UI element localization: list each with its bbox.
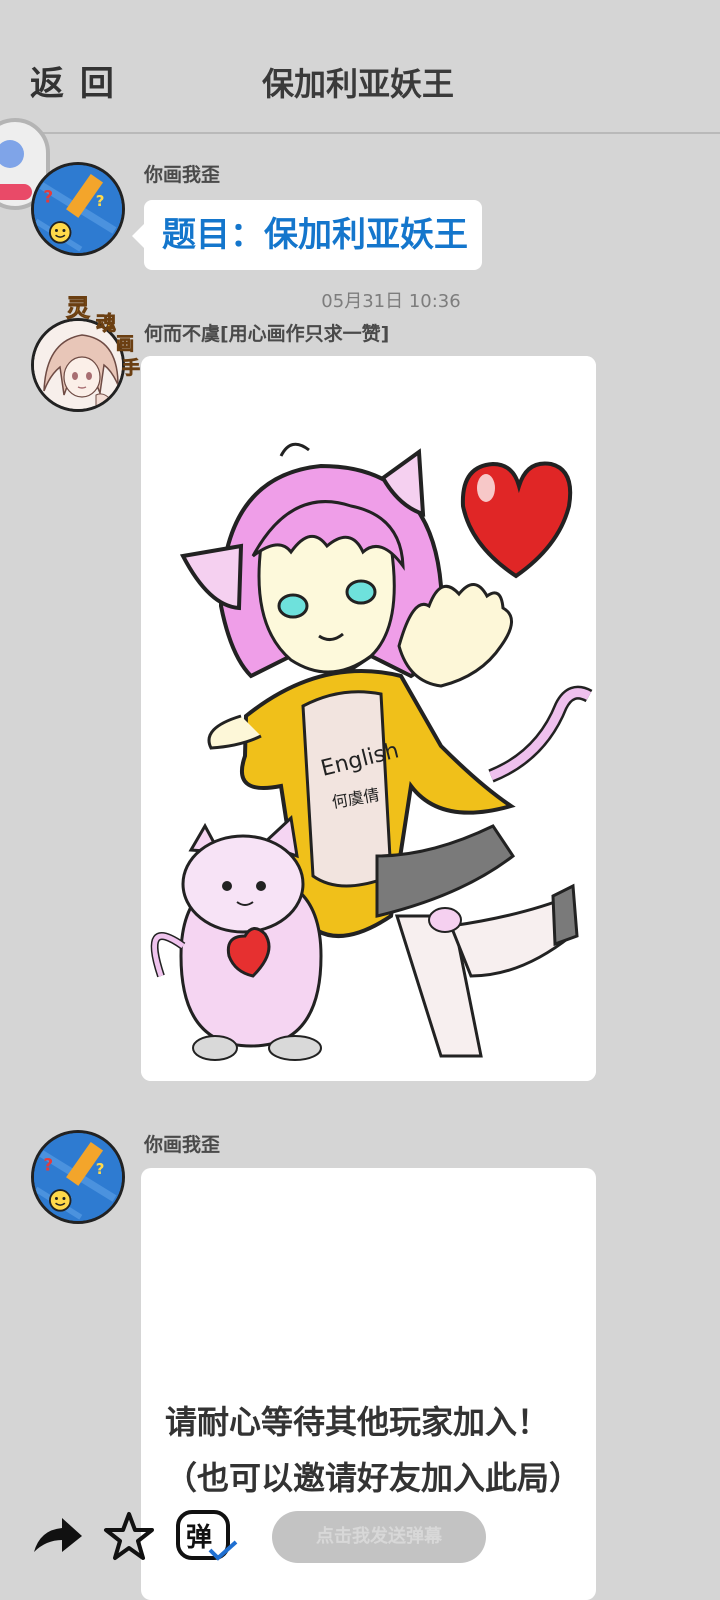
- svg-text:?: ?: [43, 1154, 53, 1174]
- pencil-icon: ? ?: [34, 165, 122, 253]
- danmaku-input[interactable]: 点击我发送弹幕: [272, 1511, 486, 1563]
- header-bar: 返 回 保加利亚妖王: [0, 0, 720, 134]
- svg-text:?: ?: [96, 1160, 105, 1178]
- chat-page: 返 回 保加利亚妖王 ? ? 你画我歪 题目：保加利亚妖王 05月31日 10:…: [0, 0, 720, 1600]
- sender-name: 何而不虞[用心画作只求一赞]: [144, 323, 390, 345]
- svg-text:?: ?: [43, 186, 53, 206]
- svg-text:魂: 魂: [96, 311, 116, 335]
- pencil-icon: ? ?: [34, 1133, 122, 1221]
- bottom-toolbar: 弹 点击我发送弹幕: [0, 1500, 720, 1600]
- bot-avatar[interactable]: ? ?: [31, 162, 125, 256]
- star-icon[interactable]: [102, 1510, 156, 1564]
- svg-text:弹: 弹: [186, 1523, 212, 1553]
- bot-avatar[interactable]: ? ?: [31, 1130, 125, 1224]
- drawing-message-bubble[interactable]: English 何虞倩: [141, 356, 596, 1081]
- waiting-text: 请耐心等待其他玩家加入！ （也可以邀请好友加入此局）: [165, 1403, 582, 1497]
- drawing-image: English 何虞倩: [141, 356, 596, 1081]
- page-title: 保加利亚妖王: [261, 65, 454, 103]
- svg-text:?: ?: [96, 192, 105, 210]
- svg-text:灵: 灵: [66, 294, 90, 322]
- share-arrow-icon[interactable]: [30, 1512, 84, 1566]
- soul-painter-badge: 灵 魂 画 手: [66, 294, 141, 380]
- danmaku-toggle-icon[interactable]: 弹: [174, 1508, 238, 1564]
- sender-name: 你画我歪: [144, 164, 221, 186]
- svg-text:手: 手: [122, 357, 140, 379]
- sender-name: 你画我歪: [144, 1134, 221, 1156]
- topic-message-bubble: 题目：保加利亚妖王: [132, 200, 482, 270]
- topic-text: 题目：保加利亚妖王: [162, 215, 468, 255]
- svg-text:画: 画: [116, 334, 134, 355]
